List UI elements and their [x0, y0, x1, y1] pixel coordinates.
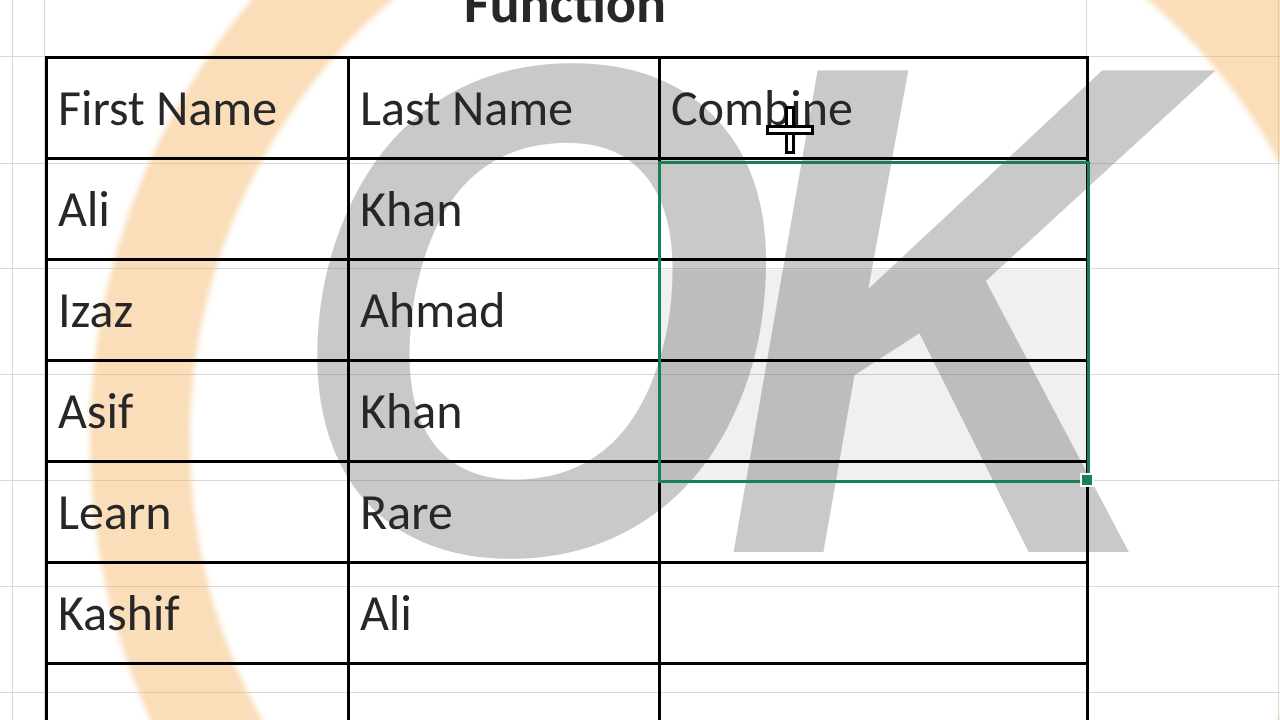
table-row: Ali Khan — [47, 159, 1088, 260]
title-cell[interactable]: Function — [45, 0, 1085, 38]
cell-last-name[interactable]: Rare — [349, 462, 660, 563]
data-table: First Name Last Name Combine Ali Khan Iz… — [45, 56, 1089, 720]
cell-first-name[interactable]: Kashif — [47, 563, 349, 664]
cell-combine[interactable] — [660, 664, 1088, 720]
cell-combine[interactable] — [660, 563, 1088, 664]
cell-combine[interactable] — [660, 159, 1088, 260]
cell-combine[interactable] — [660, 260, 1088, 361]
cell-last-name[interactable]: Khan — [349, 159, 660, 260]
spreadsheet-viewport[interactable]: OK Function First Name Last Name Combine… — [0, 0, 1280, 720]
cell-first-name[interactable]: Ali — [47, 159, 349, 260]
table-row: Learn Rare — [47, 462, 1088, 563]
cell-last-name[interactable]: Khan — [349, 361, 660, 462]
table-row: Asif Khan — [47, 361, 1088, 462]
table-row — [47, 664, 1088, 720]
cell-combine[interactable] — [660, 361, 1088, 462]
table-row: Kashif Ali — [47, 563, 1088, 664]
header-combine[interactable]: Combine — [660, 58, 1088, 159]
cell-first-name[interactable]: Izaz — [47, 260, 349, 361]
header-first-name[interactable]: First Name — [47, 58, 349, 159]
header-last-name[interactable]: Last Name — [349, 58, 660, 159]
cell-last-name[interactable]: Ali — [349, 563, 660, 664]
cell-first-name[interactable]: Asif — [47, 361, 349, 462]
cell-first-name[interactable]: Learn — [47, 462, 349, 563]
gridline — [12, 0, 13, 720]
cell-last-name[interactable] — [349, 664, 660, 720]
table-header-row: First Name Last Name Combine — [47, 58, 1088, 159]
table-row: Izaz Ahmad — [47, 260, 1088, 361]
cell-last-name[interactable]: Ahmad — [349, 260, 660, 361]
cell-first-name[interactable] — [47, 664, 349, 720]
gridline — [1278, 0, 1279, 720]
cell-combine[interactable] — [660, 462, 1088, 563]
